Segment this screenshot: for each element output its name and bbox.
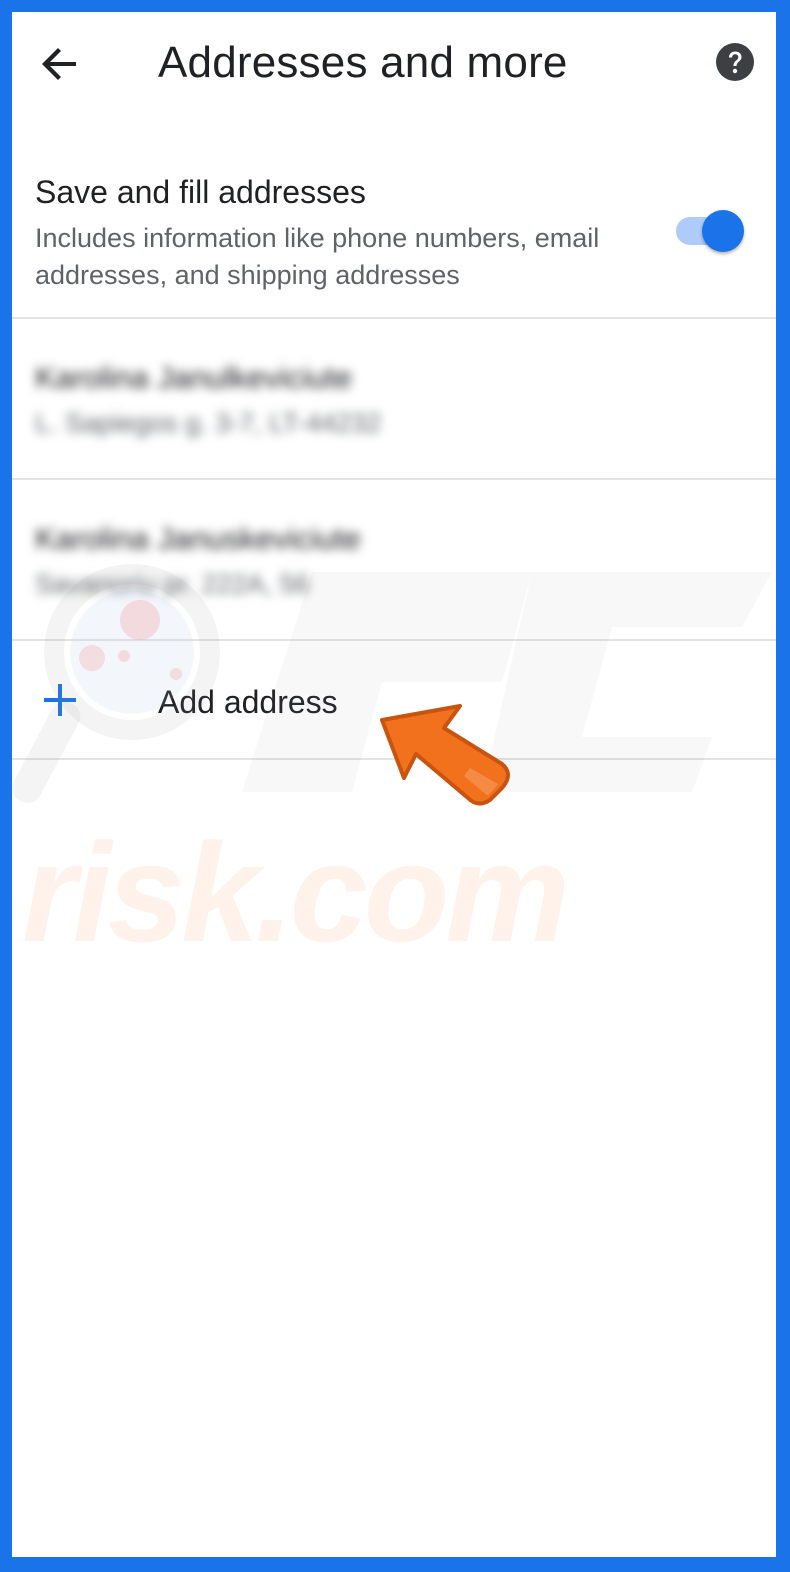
save-fill-addresses-setting[interactable]: Save and fill addresses Includes informa…: [12, 152, 776, 317]
plus-icon: [44, 684, 76, 716]
settings-screen: Addresses and more Save and fill address…: [12, 12, 776, 1557]
address-detail: L. Sapiegos g. 3-7, LT-44232: [35, 408, 382, 438]
back-button[interactable]: [36, 40, 84, 88]
divider: [12, 639, 776, 641]
toggle-thumb: [702, 210, 744, 252]
saved-address-item[interactable]: Karolina Januskeviciute Savanoriu pr. 22…: [12, 481, 776, 639]
setting-title: Save and fill addresses: [35, 174, 366, 210]
save-addresses-toggle[interactable]: [672, 208, 748, 254]
address-name: Karolina Januskeviciute: [35, 521, 361, 556]
watermark-text: risk.com: [22, 814, 570, 971]
add-address-label: Add address: [158, 684, 338, 720]
setting-description: Includes information like phone numbers,…: [35, 223, 600, 290]
help-circle-icon: [716, 43, 754, 81]
arrow-left-icon: [42, 48, 76, 80]
address-detail: Savanoriu pr. 222A, 56: [35, 569, 310, 599]
help-button[interactable]: [715, 42, 755, 82]
saved-address-item[interactable]: Karolina Janulkeviciute L. Sapiegos g. 3…: [12, 320, 776, 478]
pointer-arrow-annotation: [380, 704, 510, 806]
divider: [12, 317, 776, 319]
divider: [12, 478, 776, 480]
page-title: Addresses and more: [158, 38, 568, 87]
top-app-bar: Addresses and more: [12, 12, 776, 112]
address-name: Karolina Janulkeviciute: [35, 360, 353, 395]
